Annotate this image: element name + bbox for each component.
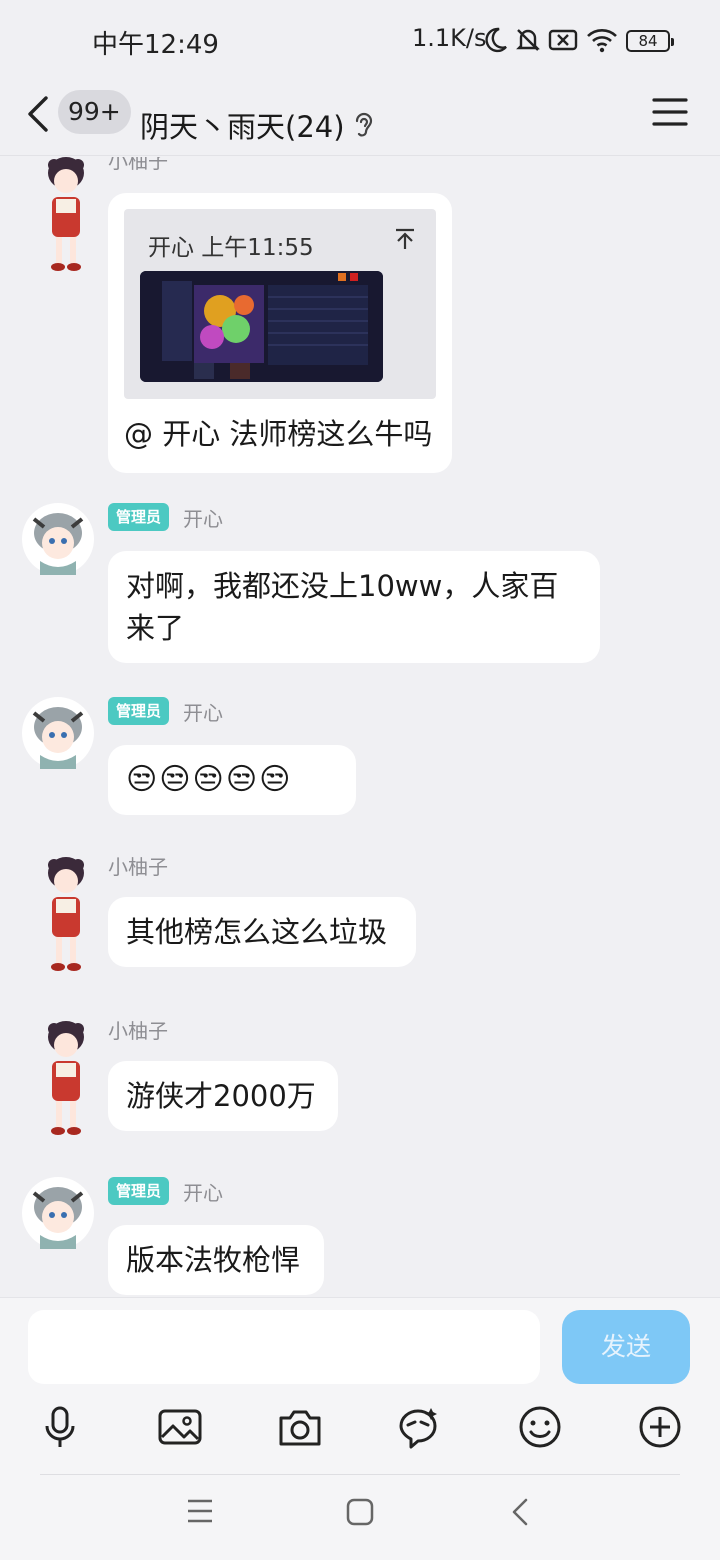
wifi-icon bbox=[587, 29, 617, 53]
status-bar: 中午12:49 1.1K/s 84 bbox=[0, 0, 720, 82]
sender-row: 小柚子 bbox=[108, 851, 168, 879]
message-list[interactable]: 小柚子 开心 上午11:55 @ 开心 法师榜这么牛吗 管理员 开心 对啊，我都… bbox=[0, 157, 720, 1297]
message-item: 管理员 开心 对啊，我都还没上10ww，人家百来了 bbox=[0, 503, 720, 673]
sender-row: 管理员 开心 bbox=[108, 503, 223, 531]
message-bubble[interactable]: 其他榜怎么这么垃圾 bbox=[108, 897, 416, 967]
message-item: 小柚子 开心 上午11:55 @ 开心 法师榜这么牛吗 bbox=[0, 157, 720, 475]
sticker-icon[interactable] bbox=[395, 1404, 441, 1450]
jump-to-top-icon[interactable] bbox=[394, 227, 416, 251]
emoji-message: 😒😒😒😒😒 bbox=[126, 762, 293, 797]
moon-icon bbox=[485, 27, 507, 53]
message-text: 游侠才2000万 bbox=[126, 1079, 316, 1113]
sender-name: 小柚子 bbox=[108, 854, 168, 879]
sender-name: 小柚子 bbox=[108, 157, 168, 173]
admin-badge: 管理员 bbox=[108, 503, 170, 531]
admin-badge: 管理员 bbox=[108, 697, 170, 725]
message-input[interactable] bbox=[28, 1310, 540, 1384]
message-text: @ 开心 法师榜这么牛吗 bbox=[124, 417, 433, 451]
nav-back-icon[interactable] bbox=[510, 1498, 530, 1526]
sender-row: 管理员 开心 bbox=[108, 1177, 223, 1205]
no-sim-icon bbox=[548, 29, 578, 51]
message-item: 小柚子 游侠才2000万 bbox=[0, 1015, 720, 1145]
battery-indicator: 84 bbox=[626, 30, 674, 52]
ear-icon[interactable] bbox=[352, 110, 376, 140]
smiley-icon[interactable] bbox=[517, 1404, 563, 1450]
home-icon[interactable] bbox=[346, 1498, 374, 1526]
sender-row: 管理员 开心 bbox=[108, 697, 223, 725]
screenshot-thumbnail[interactable] bbox=[140, 271, 383, 382]
hamburger-menu-icon[interactable] bbox=[652, 96, 688, 128]
status-time: 中午12:49 bbox=[92, 30, 219, 60]
microphone-icon[interactable] bbox=[37, 1404, 83, 1450]
send-button[interactable]: 发送 bbox=[562, 1310, 690, 1384]
sender-row: 小柚子 bbox=[108, 1015, 168, 1043]
sender-name: 开心 bbox=[183, 700, 224, 725]
avatar[interactable] bbox=[30, 1019, 102, 1139]
message-text: 其他榜怎么这么垃圾 bbox=[126, 915, 388, 949]
message-bubble[interactable]: 对啊，我都还没上10ww，人家百来了 bbox=[108, 551, 600, 663]
camera-icon[interactable] bbox=[277, 1404, 323, 1450]
network-speed: 1.1K/s bbox=[412, 24, 487, 52]
image-icon[interactable] bbox=[157, 1404, 203, 1450]
recent-apps-icon[interactable] bbox=[186, 1498, 214, 1524]
message-text: 版本法牧枪悍 bbox=[126, 1243, 301, 1277]
reply-quote[interactable]: 开心 上午11:55 bbox=[124, 209, 436, 399]
sender-name: 开心 bbox=[183, 506, 224, 531]
sender-name: 开心 bbox=[183, 1180, 224, 1205]
plus-circle-icon[interactable] bbox=[637, 1404, 683, 1450]
avatar[interactable] bbox=[30, 855, 102, 975]
message-item: 小柚子 其他榜怎么这么垃圾 bbox=[0, 851, 720, 981]
message-bubble[interactable]: 版本法牧枪悍 bbox=[108, 1225, 324, 1295]
chat-header: 99+ 阴天丶雨天(24) bbox=[0, 82, 720, 156]
message-text: 对啊，我都还没上10ww，人家百来了 bbox=[126, 569, 559, 645]
message-bubble[interactable]: 😒😒😒😒😒 bbox=[108, 745, 356, 815]
unread-count-badge[interactable]: 99+ bbox=[58, 90, 131, 134]
message-bubble[interactable]: 开心 上午11:55 @ 开心 法师榜这么牛吗 bbox=[108, 193, 452, 473]
divider bbox=[40, 1474, 680, 1475]
message-bubble[interactable]: 游侠才2000万 bbox=[108, 1061, 338, 1131]
sender-row: 小柚子 bbox=[108, 157, 168, 173]
message-item: 管理员 开心 版本法牧枪悍 bbox=[0, 1177, 720, 1297]
input-area: 发送 bbox=[0, 1297, 720, 1560]
message-item: 管理员 开心 😒😒😒😒😒 bbox=[0, 697, 720, 827]
avatar[interactable] bbox=[22, 697, 94, 769]
group-title[interactable]: 阴天丶雨天(24) bbox=[140, 104, 345, 146]
avatar[interactable] bbox=[22, 1177, 94, 1249]
mute-bell-icon bbox=[516, 29, 540, 51]
avatar[interactable] bbox=[30, 157, 102, 275]
back-arrow-icon[interactable] bbox=[22, 92, 56, 136]
admin-badge: 管理员 bbox=[108, 1177, 170, 1205]
reply-author-time: 开心 上午11:55 bbox=[148, 235, 314, 261]
avatar[interactable] bbox=[22, 503, 94, 575]
sender-name: 小柚子 bbox=[108, 1018, 168, 1043]
